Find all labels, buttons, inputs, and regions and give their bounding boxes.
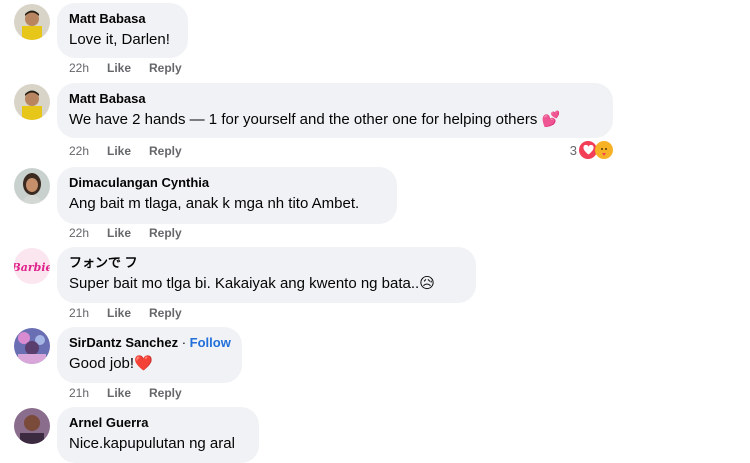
like-button[interactable]: Like [107,61,149,75]
comment-time[interactable]: 22h [69,144,107,158]
reply-button[interactable]: Reply [149,61,182,75]
sad-emoji: 😥 [419,275,435,292]
comment-bubble: Matt Babasa We have 2 hands — 1 for your… [57,83,613,138]
comment-text: Ang bait m tlaga, anak k mga nh tito Amb… [69,195,360,212]
commenter-name[interactable]: Matt Babasa [69,11,176,27]
care-reaction-icon [595,141,613,159]
comment-bubble: Arnel Guerra Nice.kapupulutan ng aral [57,407,259,463]
comment-bubble: Matt Babasa Love it, Darlen! [57,3,188,58]
comment-text-body: We have 2 hands — 1 for yourself and the… [69,111,538,128]
user-avatar-icon [14,408,50,444]
reply-button[interactable]: Reply [149,306,182,320]
comment-text: Nice.kapupulutan ng aral [69,435,235,452]
comment-actions: 22h Like Reply [69,61,182,75]
comment-time[interactable]: 21h [69,306,107,320]
follow-button[interactable]: Follow [190,335,231,350]
commenter-name[interactable]: Arnel Guerra [69,415,247,431]
like-button[interactable]: Like [107,306,149,320]
like-button[interactable]: Like [107,144,149,158]
separator: · [178,335,190,350]
heart-emoji: ❤️ [134,355,153,372]
reply-button[interactable]: Reply [149,144,182,158]
avatar[interactable] [14,328,50,364]
commenter-name[interactable]: Dimaculangan Cynthia [69,175,385,191]
user-avatar-icon [14,4,50,40]
comment-text: Good job!❤️ [69,354,230,374]
commenter-name-row: SirDantz Sanchez · Follow [69,335,231,351]
comment-actions: 21h Like Reply [69,386,182,400]
comment-text: Super bait mo tlga bi. Kakaiyak ang kwen… [69,274,464,294]
avatar[interactable] [14,168,50,204]
user-avatar-icon [14,168,50,204]
avatar[interactable] [14,4,50,40]
comment-time[interactable]: 21h [69,386,107,400]
comment-bubble: SirDantz Sanchez · Follow Good job!❤️ [57,327,242,383]
commenter-name[interactable]: SirDantz Sanchez [69,335,178,350]
avatar[interactable] [14,408,50,444]
user-avatar-icon [14,84,50,120]
comment-text-body: Good job! [69,355,135,372]
barbie-logo-icon: Barbie [14,248,50,284]
comment-actions: 21h Like Reply [69,306,182,320]
comment-text: Love it, Darlen! [69,31,170,48]
commenter-name[interactable]: フォンで フ [69,255,464,271]
reply-button[interactable]: Reply [149,226,182,240]
comment-actions: 22h Like Reply [69,144,182,158]
user-avatar-icon [14,328,50,364]
reply-button[interactable]: Reply [149,386,182,400]
hearts-emoji: 💕 [541,111,561,128]
comment-time[interactable]: 22h [69,226,107,240]
reaction-summary[interactable]: 3 [570,141,613,159]
reaction-count: 3 [569,142,577,158]
like-button[interactable]: Like [107,386,149,400]
comment-bubble: Dimaculangan Cynthia Ang bait m tlaga, a… [57,167,397,224]
comment-time[interactable]: 22h [69,61,107,75]
svg-text:Barbie: Barbie [14,261,50,274]
comment-text-body: Super bait mo tlga bi. Kakaiyak ang kwen… [69,275,420,292]
like-button[interactable]: Like [107,226,149,240]
commenter-name[interactable]: Matt Babasa [69,91,601,107]
avatar[interactable]: Barbie [14,248,50,284]
avatar[interactable] [14,84,50,120]
comment-text: We have 2 hands — 1 for yourself and the… [69,110,601,130]
comment-bubble: フォンで フ Super bait mo tlga bi. Kakaiyak a… [57,247,476,303]
comment-actions: 22h Like Reply [69,226,182,240]
